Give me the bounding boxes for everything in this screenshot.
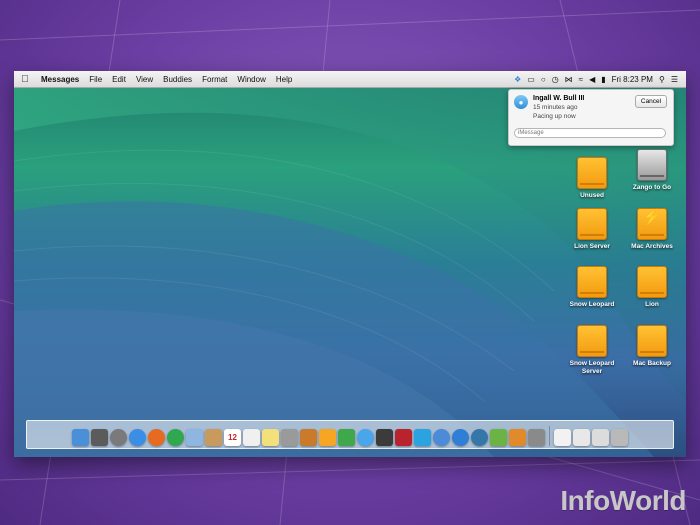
twitter-icon[interactable] bbox=[414, 429, 431, 446]
facetime-icon[interactable] bbox=[376, 429, 393, 446]
notification-sender: Ingall W. Bull III bbox=[533, 95, 585, 102]
app-store-icon[interactable] bbox=[452, 429, 469, 446]
finder-icon[interactable] bbox=[72, 429, 89, 446]
time-machine-icon[interactable]: ◷ bbox=[552, 75, 559, 84]
desktop-icon-snow-leopard[interactable]: Snow Leopard bbox=[564, 266, 620, 309]
messages-app-icon: ● bbox=[514, 95, 528, 109]
menu-format[interactable]: Format bbox=[197, 75, 232, 84]
numbers-icon[interactable] bbox=[338, 429, 355, 446]
calendar-icon[interactable]: 12 bbox=[224, 429, 241, 446]
dropbox-icon[interactable]: ❖ bbox=[514, 75, 521, 84]
textedit-icon[interactable] bbox=[281, 429, 298, 446]
external-drive-icon bbox=[577, 325, 607, 357]
spotlight-search-icon[interactable]: ⚲ bbox=[659, 75, 665, 84]
desktop-icon-zango-to-go[interactable]: Zango to Go bbox=[624, 149, 680, 192]
keynote-icon[interactable] bbox=[300, 429, 317, 446]
photo-booth-icon[interactable] bbox=[395, 429, 412, 446]
bluetooth-icon[interactable]: ⋈ bbox=[565, 75, 573, 84]
transmit-icon[interactable] bbox=[509, 429, 526, 446]
desktop-icon-label: Lion bbox=[645, 301, 659, 308]
desktop-icon-label: Mac Backup bbox=[633, 360, 671, 367]
cancel-button[interactable]: Cancel bbox=[635, 95, 667, 108]
desktop-icon-label: Snow Leopard Server bbox=[569, 360, 615, 375]
internal-disk-icon bbox=[637, 149, 667, 181]
desktop-icon-unused[interactable]: Unused bbox=[564, 157, 620, 200]
messages-icon[interactable] bbox=[357, 429, 374, 446]
contacts-icon[interactable] bbox=[205, 429, 222, 446]
desktop-icon-lion[interactable]: Lion bbox=[624, 266, 680, 309]
apple-menu-icon[interactable]:  bbox=[14, 74, 36, 85]
external-drive-icon bbox=[637, 325, 667, 357]
dock: 12 bbox=[26, 420, 674, 449]
imessage-reply-input[interactable]: iMessage bbox=[514, 128, 666, 138]
desktop-icon-snow-leopard-server[interactable]: Snow Leopard Server bbox=[564, 325, 620, 376]
safari-icon[interactable] bbox=[129, 429, 146, 446]
itunes-icon[interactable] bbox=[433, 429, 450, 446]
chrome-icon[interactable] bbox=[167, 429, 184, 446]
desktop-icon-label: Mac Archives bbox=[631, 243, 673, 250]
airplay-icon[interactable]: ▭ bbox=[527, 75, 535, 84]
status-area: ❖ ▭ ○ ◷ ⋈ ≈ ◀ ▮ Fri 8:23 PM ⚲ ☰ bbox=[514, 75, 686, 84]
menu-buddies[interactable]: Buddies bbox=[158, 75, 197, 84]
wifi-icon[interactable]: ≈ bbox=[579, 75, 583, 84]
dashboard-icon[interactable] bbox=[91, 429, 108, 446]
evernote-icon[interactable] bbox=[490, 429, 507, 446]
desktop-icon-mac-backup[interactable]: Mac Backup bbox=[624, 325, 680, 368]
notes-icon[interactable] bbox=[262, 429, 279, 446]
desktop-icon-label: Snow Leopard bbox=[569, 301, 615, 308]
menu-app-messages[interactable]: Messages bbox=[36, 75, 84, 84]
menu-bar:  Messages File Edit View Buddies Format… bbox=[14, 71, 686, 88]
desktop-icon-label: Zango to Go bbox=[632, 184, 672, 191]
clock-text[interactable]: Fri 8:23 PM bbox=[612, 75, 653, 84]
launchpad-icon[interactable] bbox=[110, 429, 127, 446]
menu-window[interactable]: Window bbox=[232, 75, 270, 84]
menu-help[interactable]: Help bbox=[271, 75, 297, 84]
external-drive-icon bbox=[577, 157, 607, 189]
pages-icon[interactable] bbox=[319, 429, 336, 446]
external-drive-icon bbox=[577, 208, 607, 240]
documents-stack-icon[interactable] bbox=[554, 429, 571, 446]
reminders-icon[interactable] bbox=[243, 429, 260, 446]
message-notification[interactable]: ● Ingall W. Bull III 15 minutes ago Paci… bbox=[508, 89, 674, 146]
menu-file[interactable]: File bbox=[84, 75, 107, 84]
wordpress-icon[interactable] bbox=[471, 429, 488, 446]
battery-icon[interactable]: ▮ bbox=[601, 75, 605, 84]
external-drive-icon bbox=[577, 266, 607, 298]
mac-desktop-screen:  Messages File Edit View Buddies Format… bbox=[14, 71, 686, 457]
desktop-icon-label: Unused bbox=[580, 192, 604, 199]
infoworld-logo: InfoWorld bbox=[560, 485, 686, 516]
notification-time: 15 minutes ago bbox=[533, 104, 578, 111]
desktop-icon-mac-archives[interactable]: ⚡ Mac Archives bbox=[624, 208, 680, 251]
notification-center-icon[interactable]: ☰ bbox=[671, 75, 678, 84]
desktop-icon-label: Lion Server bbox=[574, 243, 610, 250]
external-drive-icon bbox=[637, 266, 667, 298]
downloads-stack-icon[interactable] bbox=[573, 429, 590, 446]
system-preferences-icon[interactable] bbox=[528, 429, 545, 446]
firefox-icon[interactable] bbox=[148, 429, 165, 446]
applications-stack-icon[interactable] bbox=[592, 429, 609, 446]
mail-icon[interactable] bbox=[186, 429, 203, 446]
volume-icon[interactable]: ◀ bbox=[589, 75, 595, 84]
notification-message: Pacing up now bbox=[533, 113, 576, 120]
menu-view[interactable]: View bbox=[131, 75, 158, 84]
desktop-icon-lion-server[interactable]: Lion Server bbox=[564, 208, 620, 251]
trash-icon[interactable] bbox=[611, 429, 628, 446]
menu-edit[interactable]: Edit bbox=[107, 75, 131, 84]
user-icon[interactable]: ○ bbox=[541, 75, 546, 84]
thunderbolt-drive-icon: ⚡ bbox=[637, 208, 667, 240]
dock-separator bbox=[549, 426, 550, 446]
